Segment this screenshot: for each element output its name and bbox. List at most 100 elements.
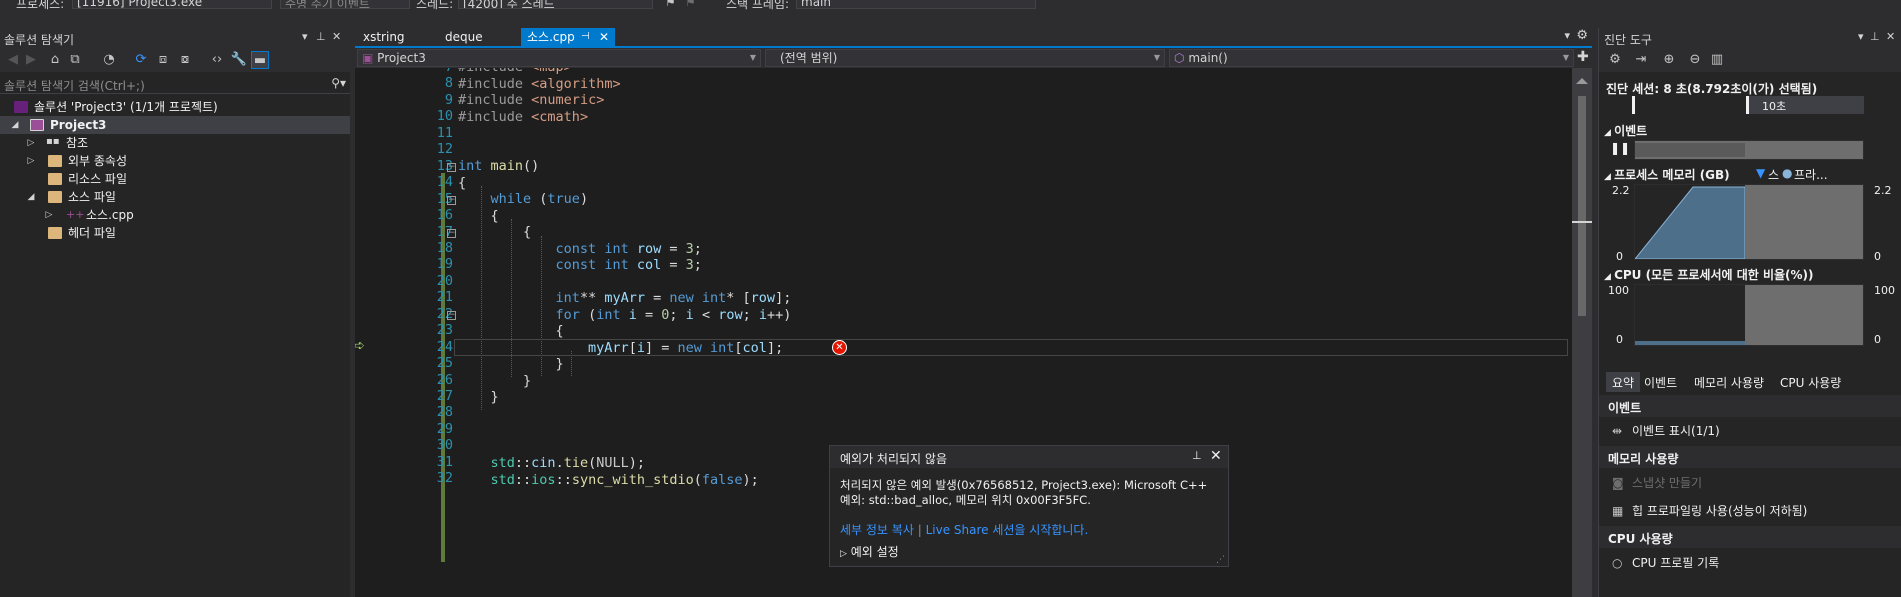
tab-source-cpp[interactable]: 소스.cpp ⊣ ✕: [521, 28, 615, 46]
events-graph[interactable]: [1634, 140, 1864, 160]
lifecycle-events-select[interactable]: 수명 주기 이벤트: [280, 0, 410, 9]
line-number: 9: [444, 91, 453, 108]
solution-explorer-search[interactable]: 솔루션 탐색기 검색(Ctrl+;) ⚲▾: [0, 74, 350, 94]
scope-dropdown-value: (전역 범위): [780, 51, 838, 65]
collapse-icon[interactable]: −: [447, 311, 456, 320]
heap-profiling-button[interactable]: ▦ 힙 프로파일링 사용(성능이 저하됨): [1612, 502, 1807, 519]
filter-thread-icon[interactable]: ⚑: [685, 0, 696, 9]
pending-changes-filter-icon[interactable]: ◔: [100, 51, 118, 69]
memory-graph-header[interactable]: ◢ 프로세스 메모리 (GB): [1604, 166, 1730, 183]
gear-icon[interactable]: ⚙: [1576, 28, 1588, 43]
collapse-all-icon[interactable]: ⧈: [154, 51, 172, 69]
live-share-link[interactable]: Live Share 세션을 시작합니다.: [926, 523, 1089, 537]
memory-legend-1: 스: [1768, 168, 1780, 182]
cpu-axis-min-left: 0: [1616, 333, 1623, 346]
switch-views-icon[interactable]: ⧉: [66, 51, 84, 69]
tree-item-source-cpp[interactable]: ▷ ++ 소스.cpp: [0, 206, 350, 224]
expanded-icon[interactable]: ◢: [26, 188, 36, 206]
timeline-ruler[interactable]: 10초: [1632, 96, 1864, 114]
flag-thread-icon[interactable]: ⚑: [665, 0, 676, 9]
cpu-graph-header[interactable]: ◢ CPU (모든 프로세서에 대한 비율(%)): [1604, 266, 1814, 283]
cpu-graph[interactable]: [1634, 284, 1864, 346]
window-position-icon[interactable]: ▾: [1858, 30, 1864, 43]
timeline-start-handle[interactable]: [1632, 96, 1635, 114]
scrollbar-thumb[interactable]: [1578, 96, 1586, 316]
events-graph-header[interactable]: ◢ 이벤트: [1604, 122, 1647, 139]
pin-tab-icon[interactable]: ⊣: [581, 28, 590, 46]
window-position-icon[interactable]: ▾: [302, 30, 308, 43]
collapsed-icon[interactable]: ▷: [26, 134, 36, 152]
tree-item-source-files[interactable]: ◢ 소스 파일: [0, 188, 350, 206]
scope-dropdown[interactable]: (전역 범위) ▼: [765, 49, 1165, 67]
references-icon: ▪▪: [46, 136, 60, 147]
split-window-icon[interactable]: ✚: [1577, 49, 1589, 65]
pin-icon[interactable]: ⊥: [316, 30, 326, 43]
select-tools-icon[interactable]: ⇥: [1632, 51, 1650, 69]
tree-item-project[interactable]: ◢ Project3: [0, 116, 350, 134]
code-line-9: #include <numeric>: [458, 92, 605, 108]
tree-item-label: Project3: [50, 118, 107, 132]
project-dropdown[interactable]: ▣ Project3 ▼: [357, 49, 761, 67]
tab-overflow-icon[interactable]: ▾: [1564, 29, 1570, 42]
scroll-up-icon[interactable]: [1576, 78, 1588, 84]
pin-icon[interactable]: ⊥: [1192, 449, 1202, 462]
tree-item-resource-files[interactable]: 리소스 파일: [0, 170, 350, 188]
tab-summary[interactable]: 요약: [1606, 372, 1641, 392]
tab-memory-usage[interactable]: 메모리 사용량: [1688, 372, 1770, 392]
forward-icon[interactable]: ▶: [22, 51, 40, 69]
home-icon[interactable]: ⌂: [46, 51, 64, 69]
sync-icon[interactable]: ⟳: [132, 51, 150, 69]
memory-axis-max-right: 2.2: [1874, 184, 1892, 197]
tree-item-header-files[interactable]: 헤더 파일: [0, 224, 350, 242]
close-icon[interactable]: ✕: [1886, 30, 1895, 43]
search-icon[interactable]: ⚲▾: [331, 76, 346, 90]
memory-graph[interactable]: [1634, 184, 1864, 260]
vertical-scrollbar[interactable]: [1572, 68, 1592, 597]
tab-xstring[interactable]: xstring: [357, 28, 411, 46]
tree-item-external-deps[interactable]: ▷ 외부 종속성: [0, 152, 350, 170]
pin-icon[interactable]: ⊥: [1870, 30, 1880, 43]
collapsed-icon[interactable]: ▷: [44, 206, 54, 224]
line-number: 18: [436, 239, 453, 256]
collapse-icon[interactable]: −: [447, 196, 456, 205]
timeline-end-handle[interactable]: [1746, 96, 1749, 114]
show-events-button[interactable]: ⇹ 이벤트 표시(1/1): [1612, 422, 1720, 439]
zoom-in-icon[interactable]: ⊕: [1660, 51, 1678, 69]
show-all-files-icon[interactable]: ⧇: [176, 51, 194, 69]
tree-item-references[interactable]: ▷ ▪▪ 참조: [0, 134, 350, 152]
line-number: 7: [355, 68, 453, 75]
tab-deque[interactable]: deque: [439, 28, 489, 46]
line-number: 21: [436, 289, 453, 306]
preview-selected-items-icon[interactable]: ▬: [251, 51, 269, 69]
close-icon[interactable]: ✕: [1210, 448, 1222, 464]
stack-frame-select[interactable]: main: [796, 0, 1036, 9]
collapsed-icon[interactable]: ▷: [26, 152, 36, 170]
back-icon[interactable]: ◀: [4, 51, 22, 69]
collapse-icon[interactable]: −: [447, 229, 456, 238]
chevron-down-icon: ▼: [1562, 53, 1569, 62]
resize-grip-icon[interactable]: ⋰: [1216, 555, 1225, 565]
copy-details-link[interactable]: 세부 정보 복사: [840, 523, 914, 537]
member-dropdown[interactable]: ⬡ main() ▼: [1169, 49, 1574, 67]
exception-settings-toggle[interactable]: ▷ 예외 설정: [840, 543, 899, 560]
thread-select[interactable]: [4200] 주 스레드: [458, 0, 653, 9]
record-cpu-profile-button[interactable]: ○ CPU 프로필 기록: [1612, 554, 1719, 571]
tab-label: 소스.cpp: [527, 30, 575, 44]
close-icon[interactable]: ✕: [332, 30, 341, 43]
collapse-icon[interactable]: −: [447, 163, 456, 172]
tree-item-solution[interactable]: 솔루션 'Project3' (1/1개 프로젝트): [0, 98, 350, 116]
reset-view-icon[interactable]: ▥: [1708, 51, 1726, 69]
stack-frame-label: 스택 프레임:: [726, 0, 790, 11]
tab-events[interactable]: 이벤트: [1638, 372, 1683, 392]
settings-gear-icon[interactable]: ⚙: [1606, 51, 1624, 69]
process-select[interactable]: [11916] Project3.exe: [72, 0, 272, 9]
code-view-icon[interactable]: ‹›: [208, 51, 226, 69]
take-snapshot-button[interactable]: ◙ 스냅샷 만들기: [1612, 474, 1702, 491]
close-tab-icon[interactable]: ✕: [599, 28, 609, 46]
zoom-out-icon[interactable]: ⊖: [1686, 51, 1704, 69]
properties-icon[interactable]: 🔧: [230, 51, 248, 69]
tab-cpu-usage[interactable]: CPU 사용량: [1774, 372, 1847, 392]
expanded-icon[interactable]: ◢: [10, 116, 20, 134]
error-icon[interactable]: ✕: [832, 340, 847, 355]
folder-icon: [48, 227, 62, 239]
